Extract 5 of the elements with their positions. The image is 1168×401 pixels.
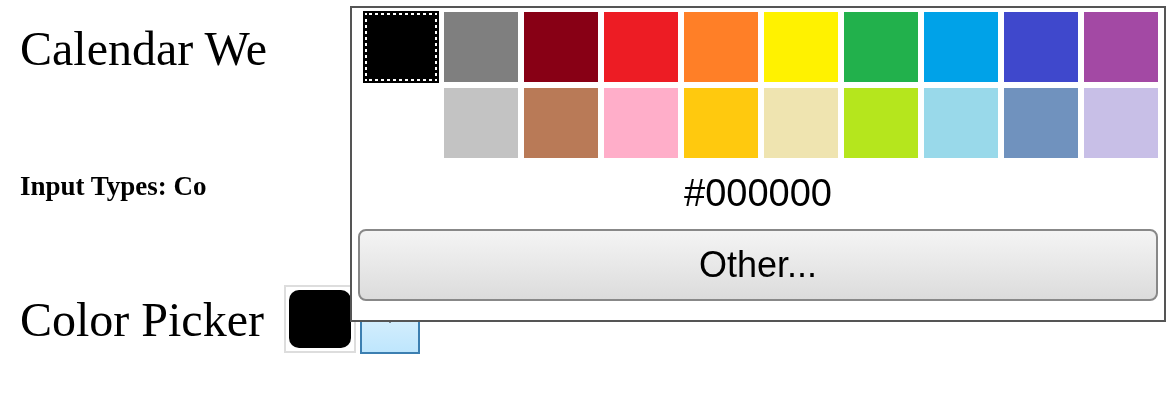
section-heading: Input Types: Co (20, 170, 207, 203)
other-button[interactable]: Other... (358, 229, 1158, 301)
field-label: Color Picker (20, 291, 264, 347)
hex-value: #000000 (684, 172, 832, 215)
page-heading: Calendar We (20, 21, 268, 77)
